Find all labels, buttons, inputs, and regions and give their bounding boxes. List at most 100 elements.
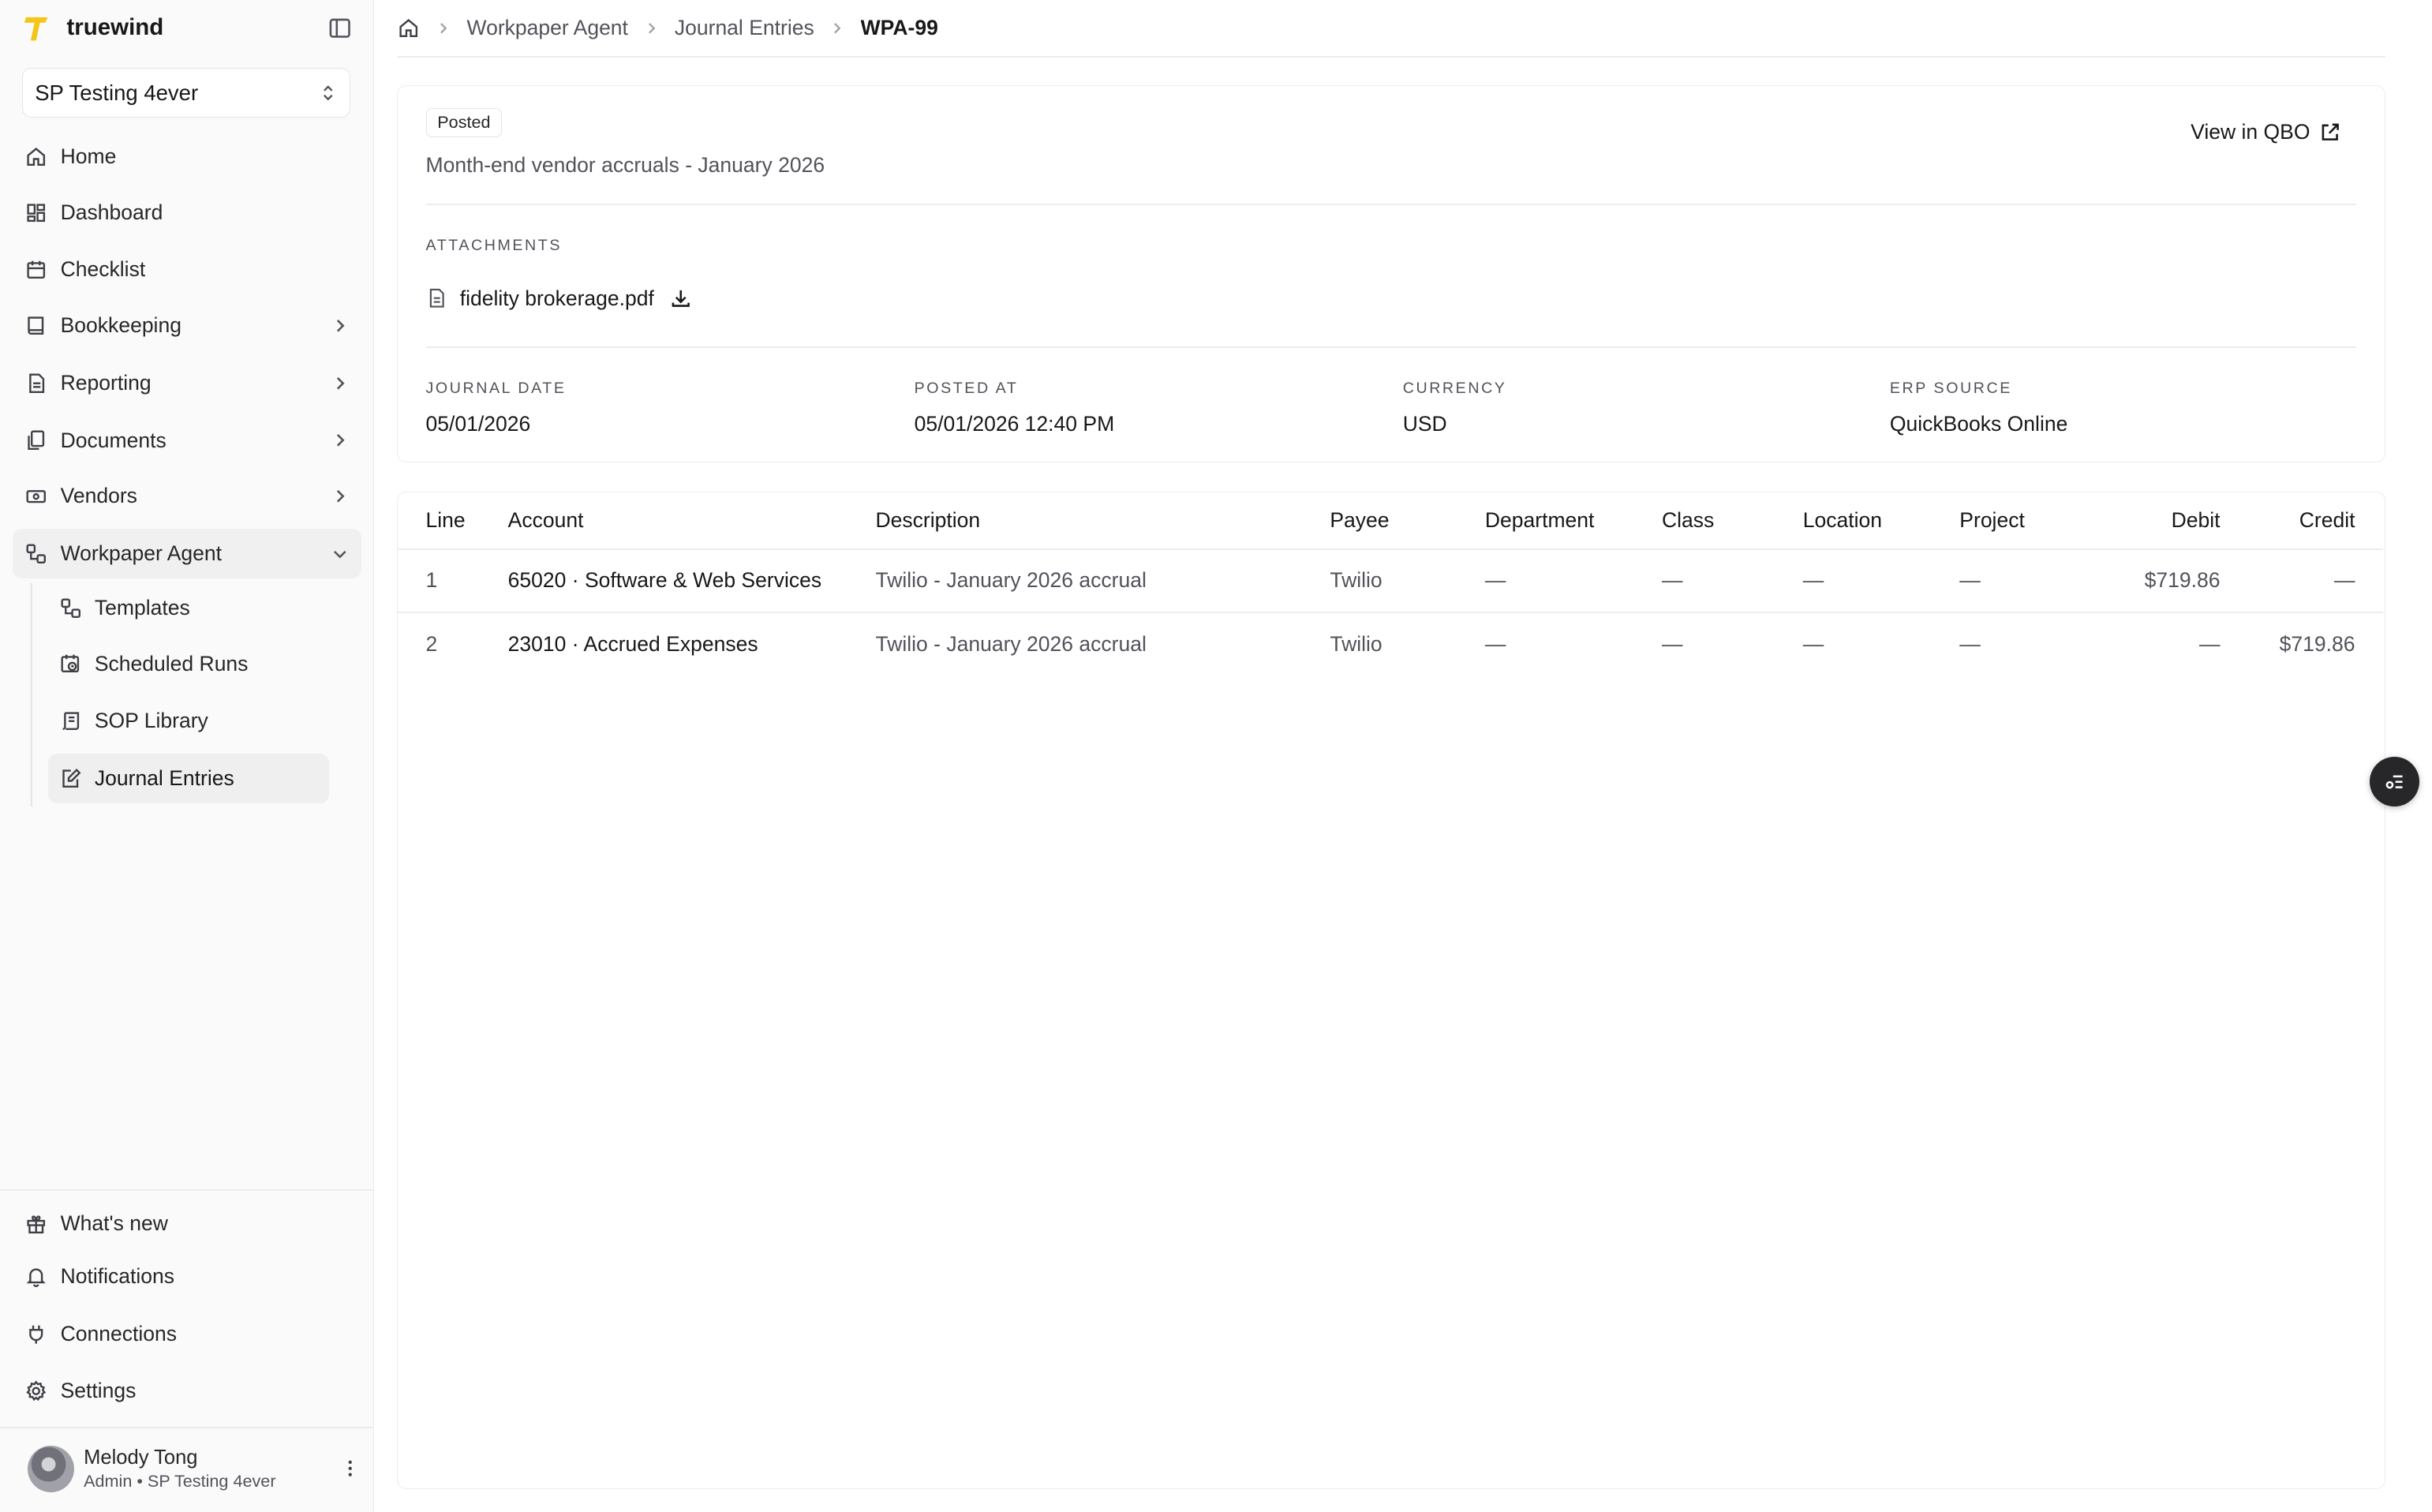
- chevron-right-icon: [336, 319, 345, 332]
- assistant-panel-button[interactable]: [2370, 757, 2420, 807]
- calendar-clock-icon: [61, 655, 79, 673]
- journal-date-label: JOURNAL DATE: [425, 379, 567, 397]
- plug-icon: [29, 1325, 43, 1344]
- nav-dashboard[interactable]: Dashboard: [13, 188, 361, 238]
- nav-checklist-label: Checklist: [60, 257, 146, 282]
- cell-project: —: [1959, 631, 1981, 656]
- home-icon[interactable]: [397, 17, 420, 39]
- nav-whats-new-label: What's new: [60, 1211, 168, 1236]
- attachment-filename[interactable]: fidelity brokerage.pdf: [460, 286, 654, 311]
- dashboard-icon: [27, 203, 46, 222]
- cell-account: 65020 · Software & Web Services: [507, 568, 822, 593]
- app-name: truewind: [66, 14, 164, 41]
- col-header-line: Line: [425, 507, 466, 532]
- cell-description: Twilio - January 2026 accrual: [875, 568, 1147, 593]
- cell-credit: —: [2333, 568, 2355, 593]
- entry-memo: Month-end vendor accruals - January 2026: [425, 152, 825, 177]
- attachment-item[interactable]: fidelity brokerage.pdf: [426, 286, 692, 311]
- journal-lines-table: Line Account Description Payee Departmen…: [397, 492, 2385, 1489]
- row-divider: [398, 612, 2383, 614]
- nav-sop-library[interactable]: SOP Library: [48, 696, 329, 746]
- chevron-right-icon: [336, 376, 345, 390]
- sidebar-divider: [0, 1427, 374, 1429]
- user-menu[interactable]: Melody Tong Admin • SP Testing 4ever: [28, 1441, 361, 1497]
- external-link-icon: [2322, 123, 2340, 140]
- view-in-qbo-link[interactable]: View in QBO: [2191, 120, 2341, 144]
- brand[interactable]: truewind: [23, 13, 163, 43]
- cell-payee: Twilio: [1330, 631, 1382, 656]
- cell-project: —: [1959, 568, 1981, 593]
- more-vertical-icon[interactable]: [339, 1458, 361, 1480]
- bell-icon: [27, 1268, 47, 1287]
- templates-icon: [61, 598, 80, 618]
- nav-workpaper-agent-label: Workpaper Agent: [60, 541, 223, 566]
- erp-source-label: ERP SOURCE: [1889, 379, 2012, 397]
- chevron-right-icon: [440, 22, 447, 34]
- sidebar: truewind SP Testing 4ever Home Dashboard…: [0, 0, 374, 1512]
- journal-edit-icon: [62, 768, 81, 788]
- cell-payee: Twilio: [1330, 568, 1382, 593]
- nav-journal-entries[interactable]: Journal Entries: [47, 754, 329, 804]
- col-header-class: Class: [1661, 507, 1715, 532]
- currency-value: USD: [1402, 411, 1447, 436]
- chevron-right-icon: [648, 22, 656, 34]
- nav-connections[interactable]: Connections: [13, 1309, 361, 1359]
- erp-source-value: QuickBooks Online: [1889, 411, 2068, 436]
- scroll-icon: [62, 712, 79, 731]
- col-header-account: Account: [507, 507, 584, 532]
- report-icon: [29, 373, 45, 393]
- nav-reporting[interactable]: Reporting: [13, 358, 361, 408]
- nav-whats-new[interactable]: What's new: [13, 1199, 361, 1248]
- nav-notifications[interactable]: Notifications: [13, 1252, 361, 1301]
- col-header-project: Project: [1959, 507, 2025, 532]
- documents-icon: [28, 430, 45, 451]
- gift-icon: [27, 1215, 46, 1233]
- nav-bookkeeping-label: Bookkeeping: [60, 313, 181, 338]
- cell-credit: $719.86: [2279, 631, 2355, 656]
- breadcrumb-workpaper-agent[interactable]: Workpaper Agent: [467, 16, 628, 40]
- cell-location: —: [1802, 631, 1824, 656]
- nav-checklist[interactable]: Checklist: [13, 245, 361, 295]
- nav-connections-label: Connections: [60, 1321, 178, 1345]
- nav-vendors[interactable]: Vendors: [13, 471, 361, 521]
- chevron-right-icon: [834, 22, 841, 34]
- col-header-payee: Payee: [1330, 507, 1390, 532]
- workflow-icon: [26, 544, 47, 563]
- cell-debit: $719.86: [2144, 568, 2221, 593]
- cell-department: —: [1484, 568, 1506, 593]
- file-icon: [429, 289, 444, 309]
- truewind-logo-icon: [24, 17, 48, 41]
- sidebar-toggle-icon[interactable]: [327, 16, 352, 40]
- sidebar-divider: [0, 1189, 374, 1192]
- nav-documents[interactable]: Documents: [13, 416, 361, 466]
- cell-line: 2: [425, 631, 438, 656]
- nav-templates-label: Templates: [94, 595, 190, 619]
- journal-date-value: 05/01/2026: [425, 411, 531, 436]
- chevron-down-icon: [333, 550, 346, 559]
- org-switcher[interactable]: SP Testing 4ever: [21, 68, 351, 118]
- download-icon[interactable]: [670, 287, 692, 309]
- chevron-right-icon: [336, 434, 345, 447]
- col-header-description: Description: [875, 507, 981, 532]
- nav-workpaper-agent[interactable]: Workpaper Agent: [12, 529, 361, 579]
- nav-bookkeeping[interactable]: Bookkeeping: [13, 301, 361, 350]
- user-role: Admin • SP Testing 4ever: [84, 1471, 276, 1491]
- currency-label: CURRENCY: [1402, 379, 1507, 397]
- nav-scheduled-runs[interactable]: Scheduled Runs: [48, 639, 329, 689]
- col-header-location: Location: [1802, 507, 1883, 532]
- nav-home[interactable]: Home: [13, 132, 361, 182]
- banknote-icon: [26, 490, 47, 503]
- cell-line: 1: [425, 568, 438, 593]
- col-header-credit: Credit: [2299, 507, 2355, 532]
- breadcrumb-journal-entries[interactable]: Journal Entries: [675, 16, 814, 40]
- nav-settings[interactable]: Settings: [13, 1367, 361, 1417]
- nav-templates[interactable]: Templates: [48, 583, 329, 633]
- section-divider: [425, 346, 2357, 349]
- book-icon: [28, 316, 44, 335]
- nav-sop-library-label: SOP Library: [94, 709, 208, 733]
- nav-home-label: Home: [60, 144, 117, 168]
- submenu-guide: [31, 582, 33, 807]
- posted-at-value: 05/01/2026 12:40 PM: [914, 411, 1115, 436]
- breadcrumb: Workpaper Agent Journal Entries WPA-99: [397, 13, 938, 43]
- posted-at-label: POSTED AT: [914, 379, 1019, 397]
